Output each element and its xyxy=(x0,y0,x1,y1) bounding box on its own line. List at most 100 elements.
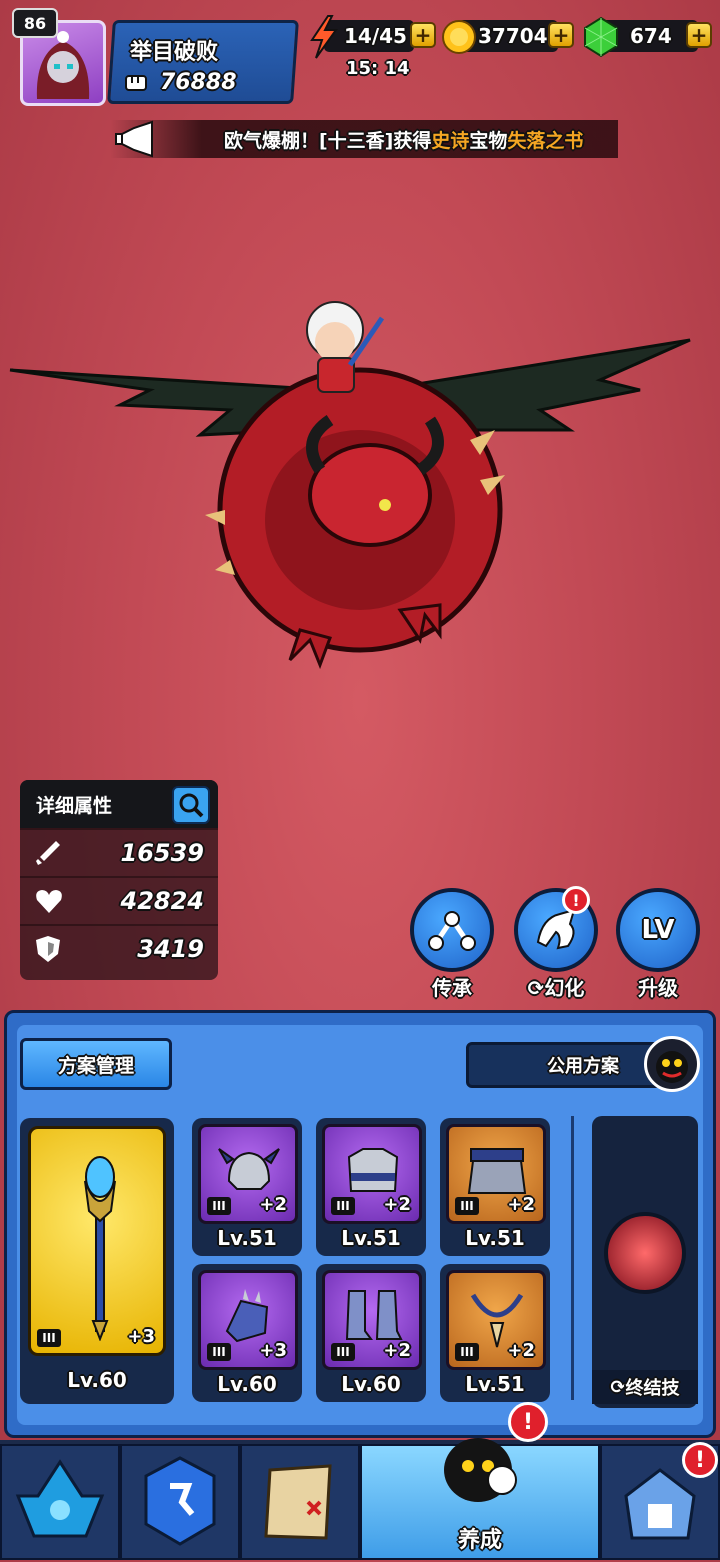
ultimate-orb-icon xyxy=(604,1212,686,1294)
necklace-level: Lv.51 xyxy=(465,1372,525,1396)
announcement-text: 欧气爆棚！[十三香]获得史诗宝物失落之书 xyxy=(224,130,584,152)
weapon-slot[interactable]: III +3 Lv.60 xyxy=(20,1118,174,1404)
weapon-plus-value: +3 xyxy=(127,1326,155,1347)
defense-value: 3419 xyxy=(137,935,204,963)
nav-cultivate-label: 养成 xyxy=(457,1528,502,1553)
weapon-level: Lv.60 xyxy=(67,1368,127,1392)
coin-value: 37704 xyxy=(478,24,548,48)
energy-counter: 14/45 + xyxy=(306,15,438,59)
magnifier-icon xyxy=(179,793,204,818)
lightning-energy-icon xyxy=(310,15,338,59)
energy-timer: 15: 14 xyxy=(346,58,410,79)
gear-slot-skirt[interactable]: III +2 Lv.51 xyxy=(440,1118,550,1256)
upgrade-button[interactable]: LV 升级 xyxy=(608,888,708,1001)
player-name: 举目破败 xyxy=(130,40,219,65)
fist-power-icon xyxy=(125,75,147,91)
skirt-plus: +2 xyxy=(507,1194,535,1215)
shield-defense-icon xyxy=(36,936,60,962)
upgrade-button-circle[interactable]: LV xyxy=(616,888,700,972)
inherit-button-circle[interactable] xyxy=(410,888,494,972)
plan-manage-label: 方案管理 xyxy=(57,1054,134,1077)
green-gem-icon xyxy=(584,16,618,58)
announcement-banner[interactable]: 欧气爆棚！[十三香]获得史诗宝物失落之书 xyxy=(110,120,618,158)
transform-button[interactable]: ⟳幻化 xyxy=(506,888,606,1001)
nav-tab-rune[interactable] xyxy=(120,1444,240,1560)
weapon-card[interactable]: III +3 xyxy=(28,1126,166,1356)
rune-hexagon-icon xyxy=(144,1456,216,1546)
energy-value: 14/45 xyxy=(344,24,407,48)
nav-tab-cultivate[interactable]: 养成 xyxy=(360,1438,600,1560)
player-level-badge: 86 xyxy=(12,8,58,38)
helmet-tier: III xyxy=(207,1197,231,1215)
transform-notification-badge: ! xyxy=(562,886,590,914)
coin-counter: 37704 + xyxy=(440,16,576,56)
level-up-icon: LV xyxy=(641,915,675,945)
boots-level: Lv.60 xyxy=(341,1372,401,1396)
boots-card[interactable]: III +2 xyxy=(322,1270,422,1370)
gear-slot-gauntlet[interactable]: III +3 Lv.60 xyxy=(192,1264,302,1402)
hero-dragon-mount-illustration[interactable] xyxy=(0,270,720,710)
necklace-card[interactable]: III +2 xyxy=(446,1270,546,1370)
hp-stat-row: 42824 xyxy=(20,876,218,924)
gear-slot-armor[interactable]: III +2 Lv.51 xyxy=(316,1118,426,1256)
heart-hp-icon xyxy=(36,890,62,913)
helmet-level: Lv.51 xyxy=(217,1226,277,1250)
gold-coin-icon xyxy=(442,20,476,54)
add-coins-button[interactable]: + xyxy=(548,22,574,48)
skirt-tier: III xyxy=(455,1197,479,1215)
inherit-button[interactable]: 传承 xyxy=(402,888,502,1001)
gem-value: 674 xyxy=(630,24,672,48)
treasure-map-icon xyxy=(264,1464,332,1540)
necklace-plus: +2 xyxy=(507,1340,535,1361)
gem-counter: 674 + xyxy=(582,16,716,58)
player-card[interactable]: 86 举目破败 76888 xyxy=(12,8,299,106)
shared-plan-selector[interactable]: 公用方案 xyxy=(466,1042,672,1088)
gear-slot-helmet[interactable]: III +2 Lv.51 xyxy=(192,1118,302,1256)
gauntlet-level: Lv.60 xyxy=(217,1372,277,1396)
refresh-small-icon: ⟳ xyxy=(527,976,545,1000)
gauntlet-plus: +3 xyxy=(259,1340,287,1361)
add-energy-button[interactable]: + xyxy=(410,22,436,48)
cultivate-notification-badge: ! xyxy=(508,1402,548,1442)
slot-divider xyxy=(571,1116,574,1400)
helmet-card[interactable]: III +2 xyxy=(198,1124,298,1224)
node-link-icon xyxy=(428,911,476,951)
stats-title: 详细属性 xyxy=(36,794,113,817)
transform-label: ⟳幻化 xyxy=(527,976,585,1000)
skirt-level: Lv.51 xyxy=(465,1226,525,1250)
boots-plus: +2 xyxy=(383,1340,411,1361)
inherit-label: 传承 xyxy=(432,976,472,1000)
weapon-tier-badge: III xyxy=(37,1329,61,1347)
defense-stat-row: 3419 xyxy=(20,924,218,972)
ultimate-label: ⟳ 终结技 xyxy=(592,1370,698,1404)
dark-creature-icon xyxy=(656,1051,688,1083)
nav-tab-castle[interactable] xyxy=(0,1444,120,1560)
gear-slot-boots[interactable]: III +2 Lv.60 xyxy=(316,1264,426,1402)
stats-search-button[interactable] xyxy=(172,786,210,824)
bottom-navigation: 养成 xyxy=(0,1438,720,1560)
add-gems-button[interactable]: + xyxy=(686,22,712,48)
megaphone-icon xyxy=(115,120,153,158)
armor-tier: III xyxy=(331,1197,355,1215)
shared-plan-label: 公用方案 xyxy=(547,1056,619,1077)
armor-level: Lv.51 xyxy=(341,1226,401,1250)
boots-tier: III xyxy=(331,1343,355,1361)
swap-icon: ⟳ xyxy=(610,1376,626,1398)
helmet-plus: +2 xyxy=(259,1194,287,1215)
gear-slot-necklace[interactable]: III +2 Lv.51 xyxy=(440,1264,550,1402)
armor-plus: +2 xyxy=(383,1194,411,1215)
ultimate-skill-slot[interactable]: ⟳ 终结技 xyxy=(592,1116,698,1408)
crystal-castle-icon xyxy=(15,1459,105,1538)
skirt-card[interactable]: III +2 xyxy=(446,1124,546,1224)
upgrade-label: 升级 xyxy=(638,976,678,1000)
gauntlet-tier: III xyxy=(207,1343,231,1361)
sword-attack-icon xyxy=(36,841,60,865)
attack-value: 16539 xyxy=(120,839,205,867)
shared-plan-avatar[interactable] xyxy=(644,1036,700,1092)
staff-weapon-icon xyxy=(84,1156,116,1341)
plan-manage-button[interactable]: 方案管理 xyxy=(20,1038,172,1090)
gauntlet-card[interactable]: III +3 xyxy=(198,1270,298,1370)
nav-tab-map[interactable] xyxy=(240,1444,360,1560)
armor-card[interactable]: III +2 xyxy=(322,1124,422,1224)
shop-notification-badge: ! xyxy=(682,1442,718,1478)
